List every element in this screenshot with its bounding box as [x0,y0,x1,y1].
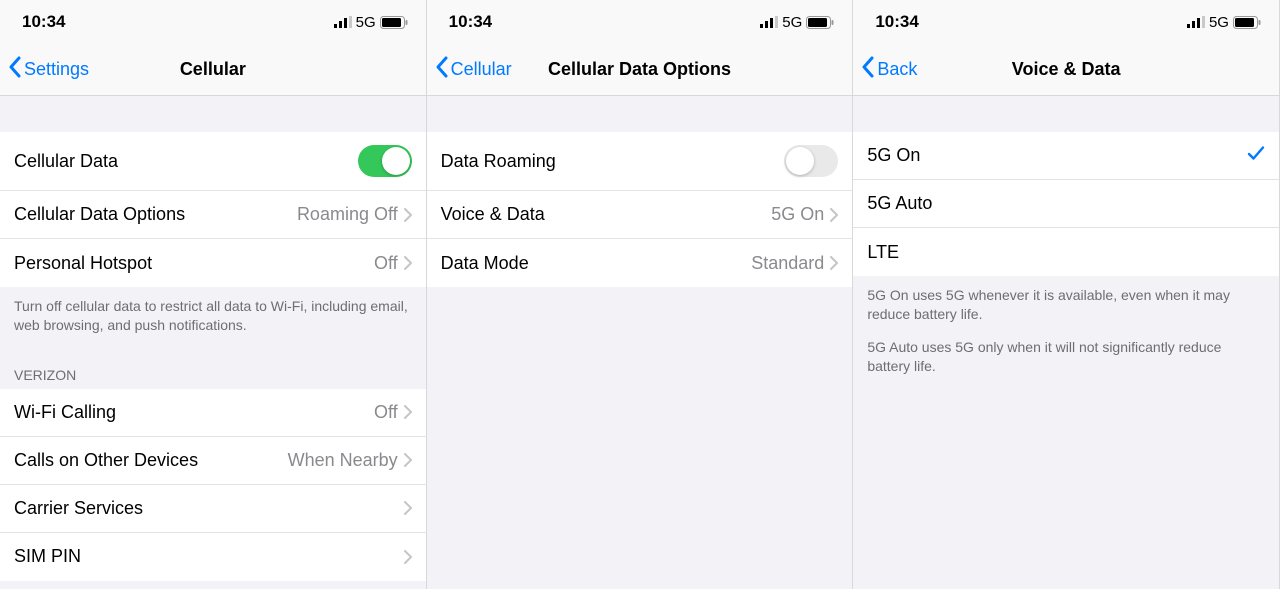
row-label: Cellular Data [14,151,358,172]
row-label: Voice & Data [441,204,772,225]
battery-icon [380,16,408,29]
network-label: 5G [782,14,802,31]
status-time: 10:34 [449,12,492,32]
row-sim-pin[interactable]: SIM PIN [0,533,426,581]
row-value: When Nearby [288,450,398,471]
row-data-mode[interactable]: Data Mode Standard [427,239,853,287]
chevron-right-icon [830,208,838,222]
battery-icon [1233,16,1261,29]
network-label: 5G [356,14,376,31]
status-time: 10:34 [875,12,918,32]
status-time: 10:34 [22,12,65,32]
signal-icon [760,16,778,28]
row-value: Off [374,402,398,423]
chevron-right-icon [404,208,412,222]
row-label: 5G Auto [867,193,1265,214]
pane-voice-data: 10:34 5G Back Voice & Data 5G On [853,0,1280,589]
row-label: 5G On [867,145,1247,166]
row-label: Calls on Other Devices [14,450,288,471]
row-personal-hotspot[interactable]: Personal Hotspot Off [0,239,426,287]
row-label: SIM PIN [14,546,404,567]
row-voice-data[interactable]: Voice & Data 5G On [427,191,853,239]
cellular-data-toggle[interactable] [358,145,412,177]
nav-bar: Settings Cellular [0,44,426,96]
pane-cellular-data-options: 10:34 5G Cellular Cellular Data Options … [427,0,854,589]
chevron-right-icon [404,453,412,467]
back-button[interactable]: Cellular [435,56,512,83]
row-label: Cellular Data Options [14,204,297,225]
row-label: Carrier Services [14,498,404,519]
check-icon [1247,145,1265,166]
list-cellular-main: Cellular Data Cellular Data Options Roam… [0,132,426,287]
row-cellular-data-options[interactable]: Cellular Data Options Roaming Off [0,191,426,239]
row-calls-other-devices[interactable]: Calls on Other Devices When Nearby [0,437,426,485]
list-data-options: Data Roaming Voice & Data 5G On Data Mod… [427,132,853,287]
battery-icon [806,16,834,29]
row-5g-on[interactable]: 5G On [853,132,1279,180]
row-label: LTE [867,242,1265,263]
back-button[interactable]: Settings [8,56,89,83]
nav-bar: Cellular Cellular Data Options [427,44,853,96]
row-data-roaming[interactable]: Data Roaming [427,132,853,191]
chevron-left-icon [861,56,875,83]
footer-text: Turn off cellular data to restrict all d… [0,287,426,349]
row-label: Data Mode [441,253,752,274]
row-cellular-data[interactable]: Cellular Data [0,132,426,191]
status-right: 5G [1187,14,1261,31]
list-verizon: Wi-Fi Calling Off Calls on Other Devices… [0,389,426,581]
back-button[interactable]: Back [861,56,917,83]
footer-text-1: 5G On uses 5G whenever it is available, … [853,276,1279,338]
row-value: Off [374,253,398,274]
status-right: 5G [760,14,834,31]
row-lte[interactable]: LTE [853,228,1279,276]
pane-cellular: 10:34 5G Settings Cellular Cellular Data… [0,0,427,589]
signal-icon [334,16,352,28]
back-label: Back [877,59,917,80]
chevron-right-icon [404,405,412,419]
nav-bar: Back Voice & Data [853,44,1279,96]
row-value: Standard [751,253,824,274]
row-label: Wi-Fi Calling [14,402,374,423]
footer-text-2: 5G Auto uses 5G only when it will not si… [853,338,1279,390]
back-label: Cellular [451,59,512,80]
row-value: Roaming Off [297,204,398,225]
row-label: Data Roaming [441,151,785,172]
list-voice-data-options: 5G On 5G Auto LTE [853,132,1279,276]
status-bar: 10:34 5G [427,0,853,44]
status-bar: 10:34 5G [853,0,1279,44]
row-5g-auto[interactable]: 5G Auto [853,180,1279,228]
row-value: 5G On [771,204,824,225]
chevron-right-icon [830,256,838,270]
chevron-left-icon [8,56,22,83]
section-header-verizon: VERIZON [0,349,426,389]
chevron-right-icon [404,550,412,564]
row-label: Personal Hotspot [14,253,374,274]
data-roaming-toggle[interactable] [784,145,838,177]
network-label: 5G [1209,14,1229,31]
status-bar: 10:34 5G [0,0,426,44]
signal-icon [1187,16,1205,28]
status-right: 5G [334,14,408,31]
back-label: Settings [24,59,89,80]
row-carrier-services[interactable]: Carrier Services [0,485,426,533]
row-wifi-calling[interactable]: Wi-Fi Calling Off [0,389,426,437]
chevron-right-icon [404,256,412,270]
chevron-left-icon [435,56,449,83]
chevron-right-icon [404,501,412,515]
